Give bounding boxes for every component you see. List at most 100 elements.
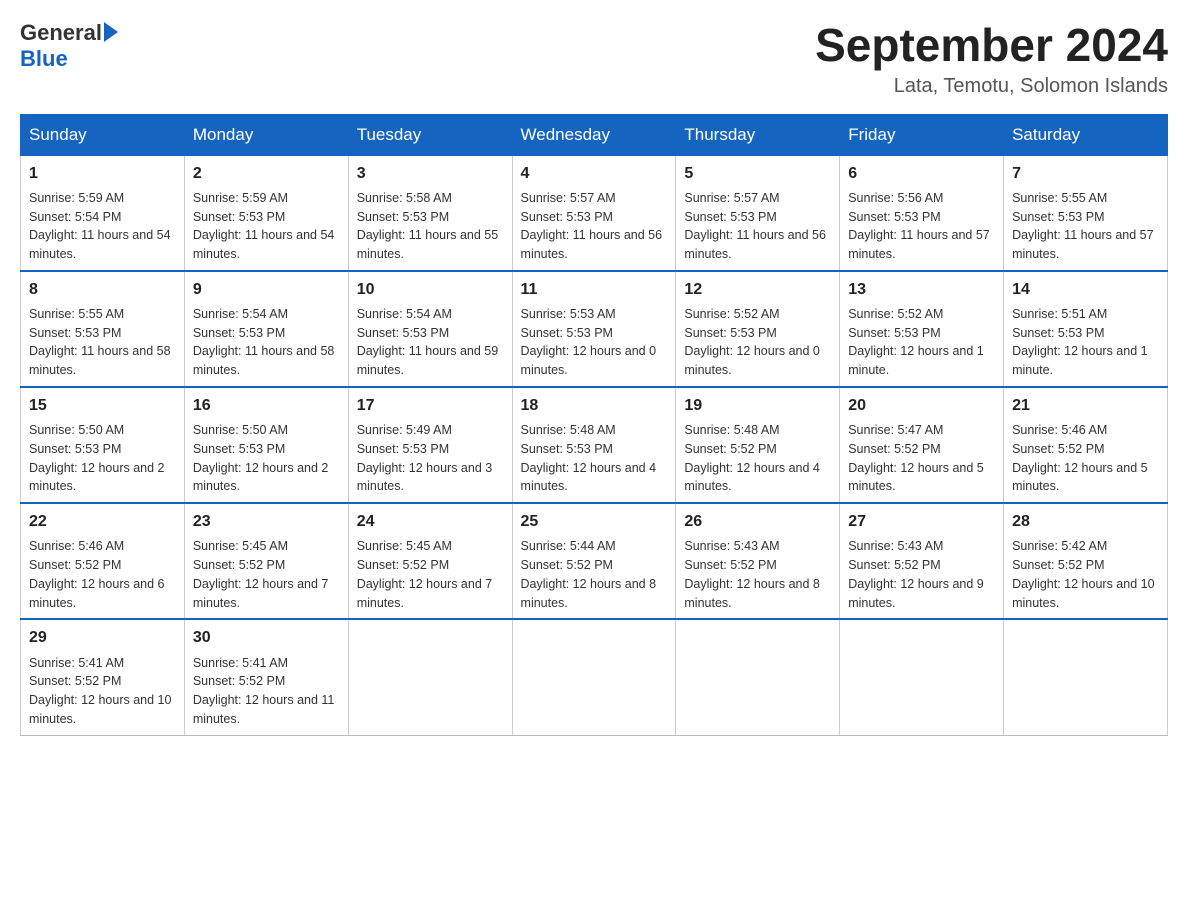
day-info: Sunrise: 5:53 AMSunset: 5:53 PMDaylight:… xyxy=(521,305,668,380)
column-header-sunday: Sunday xyxy=(21,114,185,155)
calendar-cell: 20 Sunrise: 5:47 AMSunset: 5:52 PMDayligh… xyxy=(840,387,1004,503)
day-number: 10 xyxy=(357,278,504,301)
day-info: Sunrise: 5:54 AMSunset: 5:53 PMDaylight:… xyxy=(193,305,340,380)
day-number: 15 xyxy=(29,394,176,417)
day-info: Sunrise: 5:47 AMSunset: 5:52 PMDaylight:… xyxy=(848,421,995,496)
title-area: September 2024 Lata, Temotu, Solomon Isl… xyxy=(815,20,1168,98)
day-number: 8 xyxy=(29,278,176,301)
day-info: Sunrise: 5:57 AMSunset: 5:53 PMDaylight:… xyxy=(521,189,668,264)
month-title: September 2024 xyxy=(815,20,1168,71)
calendar-cell: 27Sunrise: 5:43 AMSunset: 5:52 PMDayligh… xyxy=(840,503,1004,619)
day-number: 6 xyxy=(848,162,995,185)
calendar-cell: 18Sunrise: 5:48 AMSunset: 5:53 PMDayligh… xyxy=(512,387,676,503)
day-info: Sunrise: 5:46 AMSunset: 5:52 PMDaylight:… xyxy=(29,537,176,612)
day-info: Sunrise: 5:42 AMSunset: 5:52 PMDaylight:… xyxy=(1012,537,1159,612)
day-number: 17 xyxy=(357,394,504,417)
day-number: 20 xyxy=(848,394,995,417)
calendar-week-row: 29 Sunrise: 5:41 AMSunset: 5:52 PMDayligh… xyxy=(21,619,1168,735)
logo-general-text: General xyxy=(20,20,102,46)
day-info: Sunrise: 5:59 AMSunset: 5:53 PMDaylight:… xyxy=(193,189,340,264)
day-number: 22 xyxy=(29,510,176,533)
calendar-table: SundayMondayTuesdayWednesdayThursdayFrid… xyxy=(20,114,1168,736)
day-number: 14 xyxy=(1012,278,1159,301)
calendar-cell: 13 Sunrise: 5:52 AMSunset: 5:53 PMDayligh… xyxy=(840,271,1004,387)
day-info: Sunrise: 5:45 AMSunset: 5:52 PMDaylight:… xyxy=(357,537,504,612)
calendar-week-row: 15 Sunrise: 5:50 AMSunset: 5:53 PMDayligh… xyxy=(21,387,1168,503)
day-info: Sunrise: 5:52 AMSunset: 5:53 PMDaylight:… xyxy=(848,305,995,380)
column-header-friday: Friday xyxy=(840,114,1004,155)
page-header: General Blue September 2024 Lata, Temotu… xyxy=(20,20,1168,98)
calendar-cell: 30 Sunrise: 5:41 AMSunset: 5:52 PMDayligh… xyxy=(184,619,348,735)
day-number: 5 xyxy=(684,162,831,185)
calendar-cell: 7 Sunrise: 5:55 AMSunset: 5:53 PMDaylight… xyxy=(1004,155,1168,271)
day-number: 2 xyxy=(193,162,340,185)
day-info: Sunrise: 5:56 AMSunset: 5:53 PMDaylight:… xyxy=(848,189,995,264)
day-number: 7 xyxy=(1012,162,1159,185)
column-header-monday: Monday xyxy=(184,114,348,155)
day-info: Sunrise: 5:55 AMSunset: 5:53 PMDaylight:… xyxy=(29,305,176,380)
calendar-cell: 10 Sunrise: 5:54 AMSunset: 5:53 PMDayligh… xyxy=(348,271,512,387)
day-number: 26 xyxy=(684,510,831,533)
column-header-wednesday: Wednesday xyxy=(512,114,676,155)
calendar-cell: 5 Sunrise: 5:57 AMSunset: 5:53 PMDaylight… xyxy=(676,155,840,271)
day-number: 24 xyxy=(357,510,504,533)
calendar-cell: 22 Sunrise: 5:46 AMSunset: 5:52 PMDayligh… xyxy=(21,503,185,619)
calendar-cell: 19 Sunrise: 5:48 AMSunset: 5:52 PMDayligh… xyxy=(676,387,840,503)
day-info: Sunrise: 5:59 AMSunset: 5:54 PMDaylight:… xyxy=(29,189,176,264)
day-number: 1 xyxy=(29,162,176,185)
column-header-tuesday: Tuesday xyxy=(348,114,512,155)
calendar-cell: 21Sunrise: 5:46 AMSunset: 5:52 PMDayligh… xyxy=(1004,387,1168,503)
logo-blue-text: Blue xyxy=(20,46,68,72)
logo: General Blue xyxy=(20,20,118,72)
day-number: 25 xyxy=(521,510,668,533)
day-info: Sunrise: 5:41 AMSunset: 5:52 PMDaylight:… xyxy=(193,654,340,729)
calendar-cell xyxy=(840,619,1004,735)
day-number: 30 xyxy=(193,626,340,649)
logo-arrow-icon xyxy=(104,22,118,42)
day-info: Sunrise: 5:41 AMSunset: 5:52 PMDaylight:… xyxy=(29,654,176,729)
calendar-cell: 16 Sunrise: 5:50 AMSunset: 5:53 PMDayligh… xyxy=(184,387,348,503)
calendar-cell xyxy=(348,619,512,735)
day-number: 19 xyxy=(684,394,831,417)
day-info: Sunrise: 5:50 AMSunset: 5:53 PMDaylight:… xyxy=(193,421,340,496)
day-info: Sunrise: 5:50 AMSunset: 5:53 PMDaylight:… xyxy=(29,421,176,496)
calendar-cell: 24 Sunrise: 5:45 AMSunset: 5:52 PMDayligh… xyxy=(348,503,512,619)
column-header-saturday: Saturday xyxy=(1004,114,1168,155)
calendar-week-row: 1 Sunrise: 5:59 AMSunset: 5:54 PMDaylight… xyxy=(21,155,1168,271)
calendar-cell xyxy=(512,619,676,735)
day-info: Sunrise: 5:54 AMSunset: 5:53 PMDaylight:… xyxy=(357,305,504,380)
calendar-week-row: 22 Sunrise: 5:46 AMSunset: 5:52 PMDayligh… xyxy=(21,503,1168,619)
day-info: Sunrise: 5:45 AMSunset: 5:52 PMDaylight:… xyxy=(193,537,340,612)
day-info: Sunrise: 5:48 AMSunset: 5:53 PMDaylight:… xyxy=(521,421,668,496)
day-info: Sunrise: 5:52 AMSunset: 5:53 PMDaylight:… xyxy=(684,305,831,380)
day-info: Sunrise: 5:46 AMSunset: 5:52 PMDaylight:… xyxy=(1012,421,1159,496)
calendar-week-row: 8 Sunrise: 5:55 AMSunset: 5:53 PMDaylight… xyxy=(21,271,1168,387)
calendar-cell: 6 Sunrise: 5:56 AMSunset: 5:53 PMDaylight… xyxy=(840,155,1004,271)
day-info: Sunrise: 5:48 AMSunset: 5:52 PMDaylight:… xyxy=(684,421,831,496)
calendar-cell: 12 Sunrise: 5:52 AMSunset: 5:53 PMDayligh… xyxy=(676,271,840,387)
day-number: 29 xyxy=(29,626,176,649)
calendar-cell: 1 Sunrise: 5:59 AMSunset: 5:54 PMDaylight… xyxy=(21,155,185,271)
day-number: 28 xyxy=(1012,510,1159,533)
day-number: 13 xyxy=(848,278,995,301)
calendar-cell: 9 Sunrise: 5:54 AMSunset: 5:53 PMDaylight… xyxy=(184,271,348,387)
calendar-cell: 29 Sunrise: 5:41 AMSunset: 5:52 PMDayligh… xyxy=(21,619,185,735)
day-number: 12 xyxy=(684,278,831,301)
calendar-cell: 2 Sunrise: 5:59 AMSunset: 5:53 PMDaylight… xyxy=(184,155,348,271)
calendar-cell: 14Sunrise: 5:51 AMSunset: 5:53 PMDayligh… xyxy=(1004,271,1168,387)
day-info: Sunrise: 5:55 AMSunset: 5:53 PMDaylight:… xyxy=(1012,189,1159,264)
day-number: 9 xyxy=(193,278,340,301)
day-info: Sunrise: 5:57 AMSunset: 5:53 PMDaylight:… xyxy=(684,189,831,264)
calendar-cell: 26Sunrise: 5:43 AMSunset: 5:52 PMDayligh… xyxy=(676,503,840,619)
day-info: Sunrise: 5:49 AMSunset: 5:53 PMDaylight:… xyxy=(357,421,504,496)
calendar-cell xyxy=(676,619,840,735)
calendar-cell: 8 Sunrise: 5:55 AMSunset: 5:53 PMDaylight… xyxy=(21,271,185,387)
calendar-cell: 28 Sunrise: 5:42 AMSunset: 5:52 PMDayligh… xyxy=(1004,503,1168,619)
day-number: 16 xyxy=(193,394,340,417)
day-info: Sunrise: 5:43 AMSunset: 5:52 PMDaylight:… xyxy=(848,537,995,612)
day-number: 23 xyxy=(193,510,340,533)
calendar-cell: 3Sunrise: 5:58 AMSunset: 5:53 PMDaylight… xyxy=(348,155,512,271)
column-header-thursday: Thursday xyxy=(676,114,840,155)
day-number: 4 xyxy=(521,162,668,185)
day-info: Sunrise: 5:44 AMSunset: 5:52 PMDaylight:… xyxy=(521,537,668,612)
